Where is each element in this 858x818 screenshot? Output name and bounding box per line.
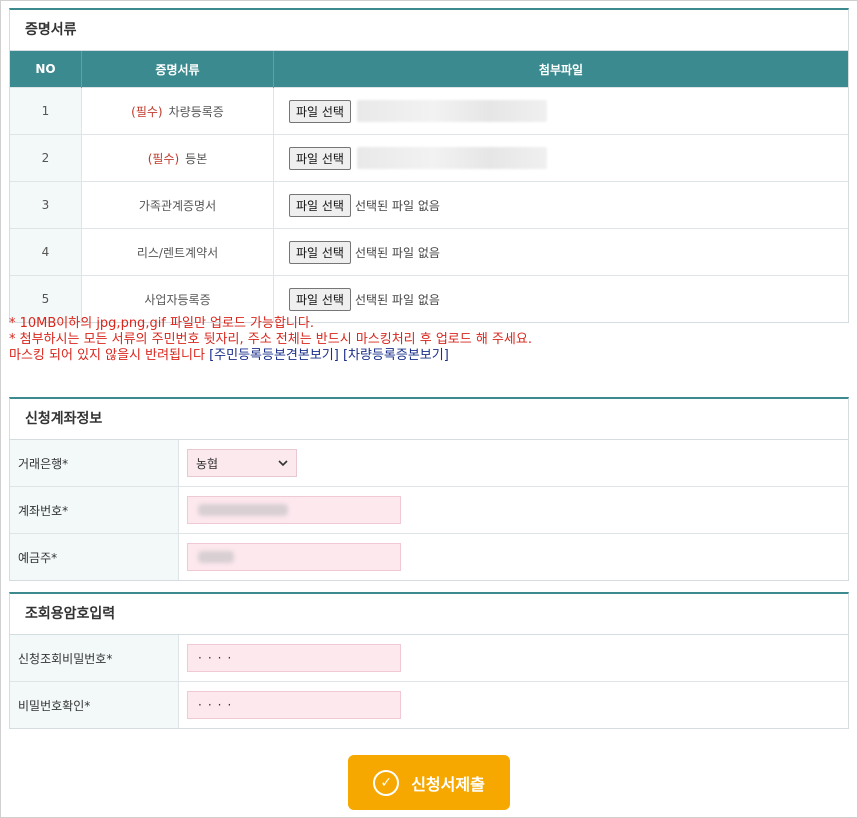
bank-label: 거래은행*	[10, 440, 179, 487]
holder-label: 예금주*	[10, 533, 179, 580]
selected-file-name-masked	[356, 100, 547, 122]
row-doc-name: (필수) 등본	[81, 134, 274, 182]
note-size-limit: * 10MB이하의 jpg,png,gif 파일만 업로드 가능합니다.	[9, 316, 314, 331]
file-select-button[interactable]: 파일 선택	[289, 240, 351, 264]
vehicle-register-sample-link[interactable]: [차량등록증본보기]	[343, 348, 449, 363]
bank-field: 농협	[179, 440, 849, 487]
submit-application-button[interactable]: ✓ 신청서제출	[348, 755, 510, 810]
password-section: 조회용암호입력 신청조회비밀번호* ···· 비밀번호확인* ····	[9, 592, 849, 729]
account-number-label: 계좌번호*	[10, 486, 179, 534]
row-file-cell: 파일 선택	[273, 87, 848, 135]
row-no: 2	[10, 134, 82, 182]
bank-row: 거래은행* 농협	[10, 440, 848, 487]
required-tag: (필수)	[131, 104, 163, 119]
required-tag: (필수)	[147, 151, 180, 166]
account-section-title: 신청계좌정보	[10, 399, 848, 440]
doc-name: 차량등록증	[168, 104, 224, 119]
chevron-down-icon	[278, 459, 288, 466]
table-row: 3 가족관계증명서 파일 선택 선택된 파일 없음	[10, 181, 848, 229]
password-row: 신청조회비밀번호* ····	[10, 635, 848, 682]
row-file-cell: 파일 선택 선택된 파일 없음	[273, 181, 848, 229]
password-confirm-row: 비밀번호확인* ····	[10, 681, 848, 728]
table-row: 4 리스/렌트계약서 파일 선택 선택된 파일 없음	[10, 228, 848, 276]
account-form: 거래은행* 농협 계좌번호* 예금주*	[10, 440, 848, 580]
password-field: ····	[179, 635, 849, 682]
upload-notes: * 10MB이하의 jpg,png,gif 파일만 업로드 가능합니다. * 첨…	[9, 316, 532, 364]
row-no: 4	[10, 228, 82, 276]
check-circle-icon: ✓	[373, 769, 400, 796]
holder-field	[178, 533, 848, 580]
note-masking: * 첨부하시는 모든 서류의 주민번호 뒷자리, 주소 전체는 반드시 마스킹처…	[9, 332, 532, 347]
password-input[interactable]: ····	[187, 644, 401, 672]
submit-label: 신청서제출	[411, 774, 485, 794]
password-form: 신청조회비밀번호* ···· 비밀번호확인* ····	[10, 635, 848, 728]
header-doc: 증명서류	[81, 51, 274, 88]
docs-table: NO 증명서류 첨부파일 1 (필수) 차량등록증 파일 선택 2 (필수) 등본 …	[10, 51, 848, 322]
account-number-row: 계좌번호*	[10, 486, 848, 534]
header-file: 첨부파일	[273, 51, 848, 88]
account-number-field	[178, 486, 848, 534]
file-status: 선택된 파일 없음	[354, 292, 440, 307]
password-section-title: 조회용암호입력	[10, 594, 848, 635]
table-row: 1 (필수) 차량등록증 파일 선택	[10, 87, 848, 135]
bank-select[interactable]: 농협	[187, 449, 297, 477]
password-confirm-field: ····	[178, 681, 848, 728]
doc-name: 등본	[185, 151, 208, 166]
file-select-button[interactable]: 파일 선택	[289, 146, 351, 170]
row-file-cell: 파일 선택	[273, 134, 848, 182]
holder-row: 예금주*	[10, 533, 848, 580]
docs-table-header: NO 증명서류 첨부파일	[10, 51, 848, 88]
row-no: 1	[10, 87, 82, 135]
note-rejection: 마스킹 되어 있지 않을시 반려됩니다	[9, 348, 205, 363]
masked-holder-name	[198, 551, 234, 563]
holder-input[interactable]	[187, 543, 401, 571]
selected-file-name-masked	[356, 147, 547, 169]
file-status: 선택된 파일 없음	[354, 198, 440, 213]
account-section: 신청계좌정보 거래은행* 농협 계좌번호* 예금주*	[9, 397, 849, 581]
row-no: 3	[10, 181, 82, 229]
row-file-cell: 파일 선택 선택된 파일 없음	[273, 228, 848, 276]
doc-name: 리스/렌트계약서	[136, 245, 219, 260]
password-label: 신청조회비밀번호*	[10, 635, 179, 682]
bank-select-value: 농협	[196, 456, 219, 471]
doc-name: 사업자등록증	[144, 292, 211, 307]
row-doc-name: 리스/렌트계약서	[81, 228, 274, 276]
masked-account-number	[198, 504, 288, 516]
docs-section-title: 증명서류	[10, 10, 848, 51]
password-confirm-label: 비밀번호확인*	[10, 681, 179, 728]
file-select-button[interactable]: 파일 선택	[289, 99, 351, 123]
resident-register-sample-link[interactable]: [주민등록등본견본보기]	[209, 348, 339, 363]
account-number-input[interactable]	[187, 496, 401, 524]
row-doc-name: 가족관계증명서	[81, 181, 274, 229]
header-no: NO	[10, 51, 82, 88]
doc-name: 가족관계증명서	[138, 198, 217, 213]
table-row: 2 (필수) 등본 파일 선택	[10, 134, 848, 182]
password-confirm-input[interactable]: ····	[187, 691, 401, 719]
file-status: 선택된 파일 없음	[354, 245, 440, 260]
file-select-button[interactable]: 파일 선택	[289, 287, 351, 311]
file-select-button[interactable]: 파일 선택	[289, 193, 351, 217]
row-doc-name: (필수) 차량등록증	[81, 87, 274, 135]
docs-section: 증명서류 NO 증명서류 첨부파일 1 (필수) 차량등록증 파일 선택 2 (필…	[9, 8, 849, 323]
